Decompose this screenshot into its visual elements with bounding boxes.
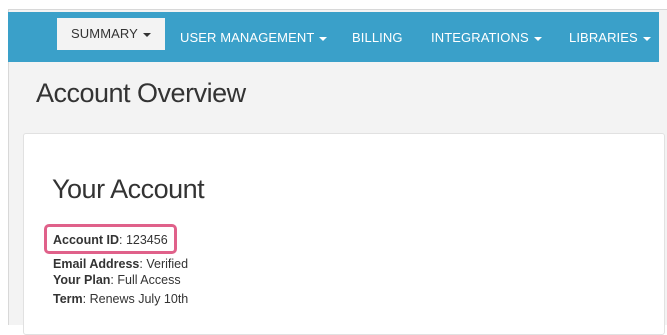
account-id-label: Account ID [53,233,119,247]
tab-libraries-label: LIBRARIES [569,30,638,45]
plan-label: Your Plan [53,273,111,287]
chevron-down-icon [533,36,542,41]
chevron-down-icon [319,36,328,41]
email-address-row: Email Address: Verified [53,257,189,271]
tab-integrations-label: INTEGRATIONS [431,30,529,45]
tab-billing[interactable]: BILLING [352,25,403,50]
chevron-down-icon [142,32,151,37]
tab-summary[interactable]: SUMMARY [57,18,165,50]
term-row: Term: Renews July 10th [53,292,189,306]
tab-user-management-label: USER MANAGEMENT [180,30,315,45]
tab-billing-label: BILLING [352,30,403,45]
card-title: Your Account [52,174,205,204]
plan-row: Your Plan: Full Access [53,273,181,287]
term-label: Term [53,292,83,306]
page-title: Account Overview [36,78,246,108]
tab-summary-label: SUMMARY [71,26,138,41]
tab-libraries[interactable]: LIBRARIES [569,25,651,50]
chevron-down-icon [642,36,651,41]
email-address-value: Verified [146,257,189,271]
plan-value: Full Access [117,273,181,287]
email-address-label: Email Address [53,257,140,271]
account-card: Your Account Email Address: Verified Acc… [23,133,665,335]
tab-user-management[interactable]: USER MANAGEMENT [180,25,328,50]
account-id-value: 123456 [125,233,168,247]
term-value: Renews July 10th [89,292,189,306]
tab-integrations[interactable]: INTEGRATIONS [431,25,542,50]
account-id-row: Account ID: 123456 [53,233,168,247]
